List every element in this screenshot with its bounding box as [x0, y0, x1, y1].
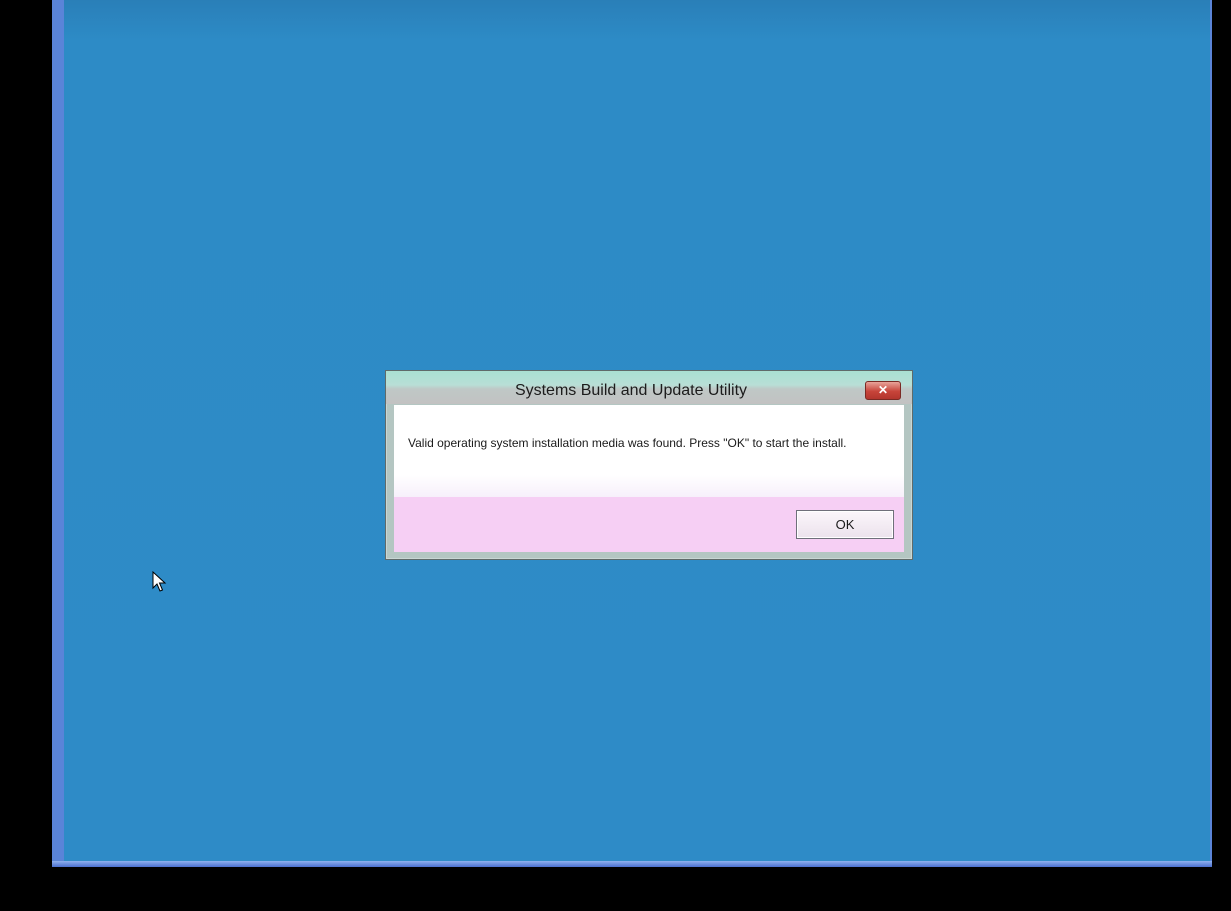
close-icon: ✕ — [877, 383, 889, 397]
screen-frame-bottom-border — [52, 861, 1212, 867]
dialog-message: Valid operating system installation medi… — [408, 436, 847, 450]
mouse-pointer-icon — [152, 571, 167, 592]
dialog-footer: OK — [394, 497, 904, 552]
message-dialog: Systems Build and Update Utility ✕ Valid… — [385, 370, 913, 560]
dialog-titlebar[interactable]: Systems Build and Update Utility ✕ — [386, 371, 912, 404]
dialog-content: Valid operating system installation medi… — [394, 405, 904, 497]
close-button[interactable]: ✕ — [865, 381, 901, 400]
ok-button[interactable]: OK — [796, 510, 894, 539]
dialog-title: Systems Build and Update Utility — [514, 382, 748, 399]
